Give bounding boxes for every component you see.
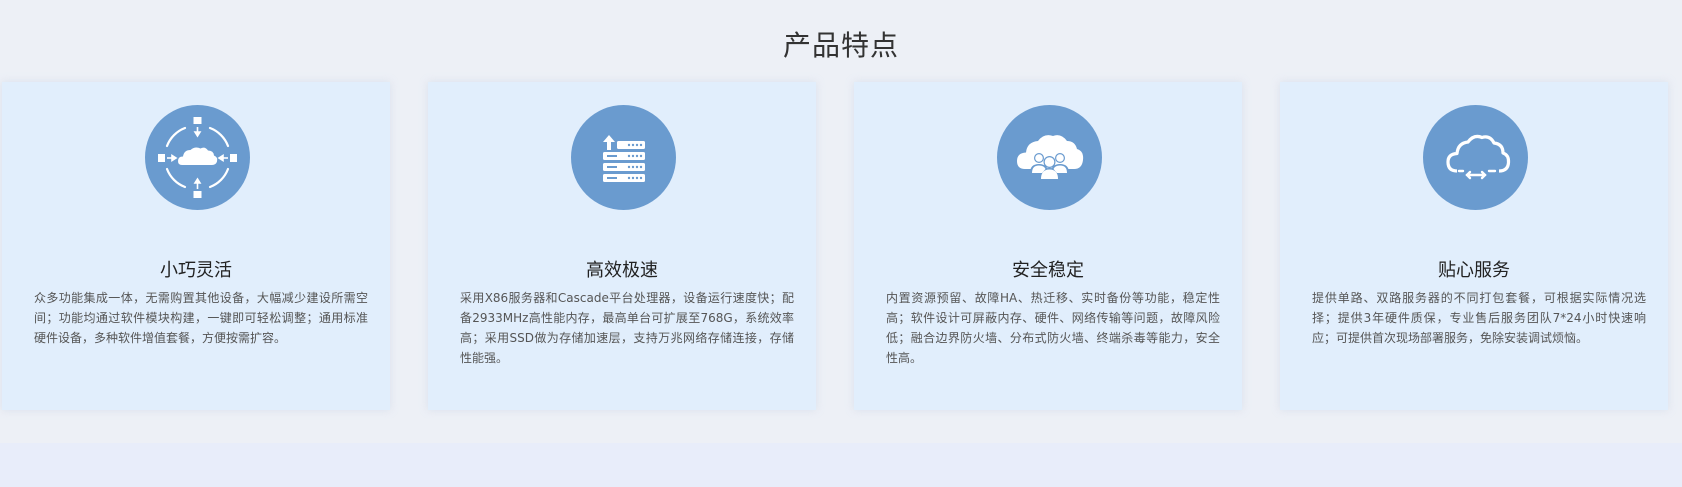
product-features-section: 产品特点 小巧灵活 众多功能集成一体，无需购置其他设备，大幅减少建设所需空间；功… [0,0,1682,443]
bottom-band [0,443,1682,487]
feature-card-service: 贴心服务 提供单路、双路服务器的不同打包套餐，可根据实际情况选择；提供3年硬件质… [1280,82,1668,410]
feature-description: 提供单路、双路服务器的不同打包套餐，可根据实际情况选择；提供3年硬件质保，专业售… [1312,291,1646,345]
section-title: 产品特点 [782,29,899,62]
feature-description: 众多功能集成一体，无需购置其他设备，大幅减少建设所需空间；功能均通过软件模块构建… [34,291,368,345]
feature-title: 小巧灵活 [160,260,232,281]
feature-card-performance: 高效极速 采用X86服务器和Cascade平台处理器，设备运行速度快；配备293… [428,82,816,410]
cloud-sync-icon [1423,105,1528,210]
feature-card-compact: 小巧灵活 众多功能集成一体，无需购置其他设备，大幅减少建设所需空间；功能均通过软… [2,82,390,410]
feature-description: 采用X86服务器和Cascade平台处理器，设备运行速度快；配备2933MHz高… [460,291,794,365]
cloud-users-icon [997,105,1102,210]
feature-description: 内置资源预留、故障HA、热迁移、实时备份等功能，稳定性高；软件设计可屏蔽内存、硬… [886,291,1220,365]
server-upload-icon [571,105,676,210]
cloud-network-icon [145,105,250,210]
feature-title: 贴心服务 [1438,260,1510,281]
feature-title: 安全稳定 [1012,260,1084,281]
feature-card-security: 安全稳定 内置资源预留、故障HA、热迁移、实时备份等功能，稳定性高；软件设计可屏… [854,82,1242,410]
feature-title: 高效极速 [586,260,658,281]
